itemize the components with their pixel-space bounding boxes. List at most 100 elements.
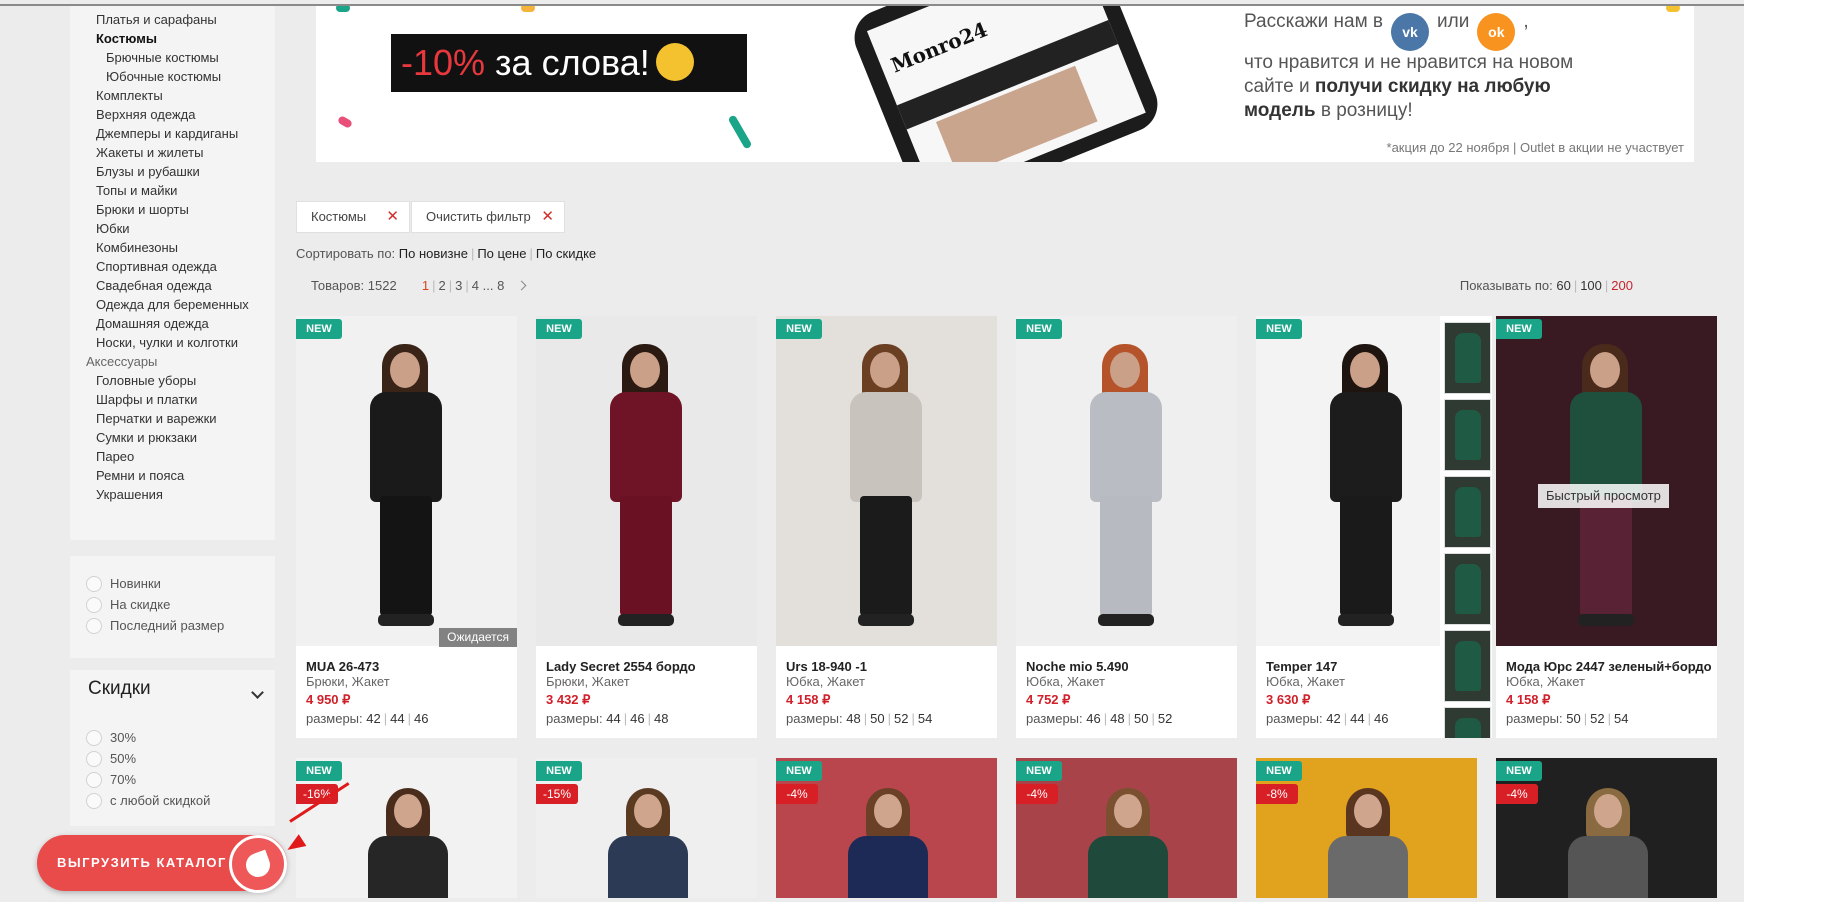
filter-label[interactable]: Новинки [110, 576, 161, 591]
size-option[interactable]: 46 [1374, 711, 1388, 726]
product-card[interactable]: NEW Urs 18-940 -1 Юбка, Жакет 4 158 ₽ размер… [776, 316, 997, 738]
size-option[interactable]: 44 [1350, 711, 1364, 726]
size-option[interactable]: 48 [654, 711, 668, 726]
product-image[interactable] [1496, 316, 1717, 646]
page-link-4[interactable]: 4 [472, 278, 479, 293]
per-page-100[interactable]: 100 [1580, 278, 1602, 293]
product-card[interactable]: NEW -8% [1256, 758, 1477, 898]
product-name[interactable]: Urs 18-940 -1 [786, 659, 867, 674]
size-option[interactable]: 54 [918, 711, 932, 726]
discount-option-label[interactable]: с любой скидкой [110, 793, 210, 808]
size-option[interactable]: 54 [1614, 711, 1628, 726]
product-thumbnail[interactable] [1444, 322, 1491, 394]
product-name[interactable]: Мода Юрс 2447 зеленый+бордо [1506, 659, 1712, 674]
close-icon[interactable]: ✕ [386, 202, 399, 232]
size-option[interactable]: 42 [1326, 711, 1340, 726]
product-image[interactable] [776, 316, 997, 646]
chevron-right-icon[interactable] [516, 280, 527, 291]
page-link-2[interactable]: 2 [439, 278, 446, 293]
vk-icon[interactable]: vk [1391, 13, 1430, 51]
size-option[interactable]: 42 [366, 711, 380, 726]
product-thumbnail[interactable] [1444, 553, 1491, 625]
sidebar-category[interactable]: Брюки и шорты [96, 202, 189, 217]
per-page-200[interactable]: 200 [1611, 278, 1633, 293]
sidebar-category[interactable]: Аксессуары [86, 354, 157, 369]
filter-checkbox[interactable] [86, 618, 102, 634]
filter-checkbox[interactable] [86, 576, 102, 592]
product-thumbnail[interactable] [1444, 630, 1491, 702]
product-card[interactable]: NEW Lady Secret 2554 бордо Брюки, Жакет 3 4… [536, 316, 757, 738]
product-card[interactable]: NEW -4% [1016, 758, 1237, 898]
export-catalog-button[interactable]: ВЫГРУЗИТЬ КАТАЛОГ [37, 835, 287, 893]
discount-option-label[interactable]: 50% [110, 751, 136, 766]
product-name[interactable]: Temper 147 [1266, 659, 1337, 674]
size-option[interactable]: 46 [630, 711, 644, 726]
sidebar-category[interactable]: Костюмы [96, 31, 157, 46]
filter-label[interactable]: Последний размер [110, 618, 224, 633]
filter-label[interactable]: На скидке [110, 597, 170, 612]
discount-radio[interactable] [86, 793, 102, 809]
product-thumbnail[interactable] [1444, 707, 1491, 738]
sidebar-category[interactable]: Носки, чулки и колготки [96, 335, 238, 350]
size-option[interactable]: 46 [1086, 711, 1100, 726]
sidebar-category[interactable]: Брючные костюмы [106, 50, 219, 65]
product-card[interactable]: NEW Быстрый просмотр Мода Юрс 2447 зеленый… [1496, 316, 1717, 738]
size-option[interactable]: 50 [870, 711, 884, 726]
sidebar-category[interactable]: Украшения [96, 487, 163, 502]
sort-by-newness[interactable]: По новизне [399, 246, 468, 261]
odnoklassniki-icon[interactable]: ok [1477, 13, 1516, 51]
product-thumbnail[interactable] [1444, 399, 1491, 471]
sidebar-category[interactable]: Юбки [96, 221, 130, 236]
product-image[interactable] [1016, 316, 1237, 646]
discount-radio[interactable] [86, 730, 102, 746]
sidebar-category[interactable]: Перчатки и варежки [96, 411, 217, 426]
page-link-3[interactable]: 3 [455, 278, 462, 293]
sidebar-category[interactable]: Комплекты [96, 88, 163, 103]
filter-chip-kostyumy[interactable]: Костюмы ✕ [296, 201, 410, 233]
chevron-down-icon[interactable] [251, 686, 264, 699]
sidebar-category[interactable]: Юбочные костюмы [106, 69, 221, 84]
sidebar-category[interactable]: Сумки и рюкзаки [96, 430, 197, 445]
product-thumbnail[interactable] [1444, 476, 1491, 548]
filter-checkbox[interactable] [86, 597, 102, 613]
product-card[interactable]: NEW -4% [776, 758, 997, 898]
sort-by-discount[interactable]: По скидке [536, 246, 596, 261]
discount-option-label[interactable]: 30% [110, 730, 136, 745]
size-option[interactable]: 44 [606, 711, 620, 726]
product-card[interactable]: NEW -4% [1496, 758, 1717, 898]
sidebar-category[interactable]: Шарфы и платки [96, 392, 197, 407]
sidebar-category[interactable]: Одежда для беременных [96, 297, 249, 312]
sort-by-price[interactable]: По цене [477, 246, 526, 261]
promo-banner[interactable]: -10% за слова! Monro24 Расскажи нам в vk и… [316, 6, 1694, 162]
discount-radio[interactable] [86, 772, 102, 788]
sidebar-category[interactable]: Жакеты и жилеты [96, 145, 203, 160]
sidebar-category[interactable]: Парео [96, 449, 134, 464]
sidebar-category[interactable]: Блузы и рубашки [96, 164, 200, 179]
product-image[interactable] [536, 316, 757, 646]
size-option[interactable]: 52 [894, 711, 908, 726]
clear-filter-button[interactable]: Очистить фильтр ✕ [411, 201, 565, 233]
product-name[interactable]: Noche mio 5.490 [1026, 659, 1129, 674]
discount-option-label[interactable]: 70% [110, 772, 136, 787]
product-card[interactable]: NEW -15% [536, 758, 757, 898]
sidebar-category[interactable]: Домашняя одежда [96, 316, 209, 331]
page-link-8[interactable]: 8 [497, 278, 504, 293]
product-name[interactable]: Lady Secret 2554 бордо [546, 659, 696, 674]
product-card[interactable]: NEW Noche mio 5.490 Юбка, Жакет 4 752 ₽ разм… [1016, 316, 1237, 738]
size-option[interactable]: 44 [390, 711, 404, 726]
sidebar-category[interactable]: Верхняя одежда [96, 107, 195, 122]
sidebar-category[interactable]: Головные уборы [96, 373, 196, 388]
size-option[interactable]: 48 [846, 711, 860, 726]
size-option[interactable]: 46 [414, 711, 428, 726]
per-page-60[interactable]: 60 [1556, 278, 1570, 293]
sidebar-category[interactable]: Топы и майки [96, 183, 177, 198]
sidebar-category[interactable]: Свадебная одежда [96, 278, 212, 293]
product-card[interactable]: NEW -16% [296, 758, 517, 898]
sidebar-category[interactable]: Ремни и пояса [96, 468, 184, 483]
product-card[interactable]: NEW Ожидается MUA 26-473 Брюки, Жакет 4 950 … [296, 316, 517, 738]
export-logo-icon[interactable] [229, 835, 287, 893]
close-icon[interactable]: ✕ [541, 202, 554, 232]
size-option[interactable]: 52 [1158, 711, 1172, 726]
page-link-1[interactable]: 1 [422, 278, 429, 293]
size-option[interactable]: 50 [1134, 711, 1148, 726]
